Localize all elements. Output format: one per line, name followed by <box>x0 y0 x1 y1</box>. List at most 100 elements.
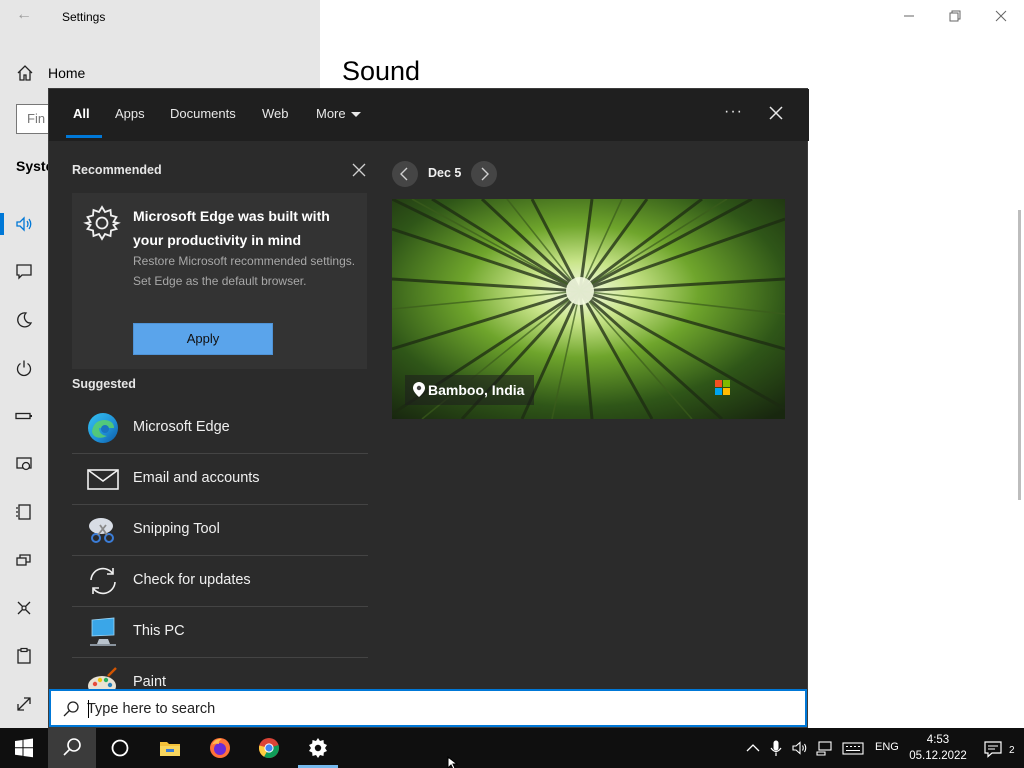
minimize-icon[interactable] <box>901 8 917 24</box>
restore-icon[interactable] <box>947 8 963 24</box>
remote-desktop-icon[interactable] <box>14 694 34 714</box>
edge-icon <box>88 413 118 443</box>
close-icon[interactable] <box>768 105 784 121</box>
start-icon <box>15 738 33 758</box>
chrome-button[interactable] <box>245 728 293 768</box>
search-icon <box>63 738 81 756</box>
search-taskbar-button[interactable] <box>48 728 96 768</box>
back-arrow-icon[interactable]: ← <box>16 6 32 24</box>
keyboard-icon[interactable] <box>842 739 864 757</box>
chevron-right-icon <box>481 167 489 181</box>
clock[interactable]: 4:53 05.12.2022 <box>900 732 976 764</box>
multitasking-icon[interactable] <box>14 550 34 570</box>
home-icon[interactable] <box>16 64 34 82</box>
apply-button[interactable]: Apply <box>133 323 273 355</box>
search-input[interactable] <box>87 697 787 721</box>
recommended-heading: Recommended <box>72 163 162 177</box>
paint-icon <box>88 667 117 689</box>
suggested-list: Microsoft Edge Email and accounts Snippi… <box>72 403 368 689</box>
dismiss-recommended-icon[interactable] <box>352 163 366 177</box>
chevron-up-icon[interactable] <box>744 739 762 757</box>
firefox-icon <box>210 738 230 758</box>
chevron-left-icon <box>400 167 408 181</box>
recommended-title: Microsoft Edge was built with your produ… <box>133 208 330 248</box>
location-tag[interactable]: Bamboo, India <box>405 375 535 405</box>
suggestion-label: Email and accounts <box>133 470 260 486</box>
highlight-date: Dec 5 <box>428 166 462 180</box>
tab-more-label: More <box>316 106 346 121</box>
tab-web[interactable]: Web <box>262 106 289 121</box>
location-label: Bamboo, India <box>428 382 525 398</box>
start-button[interactable] <box>0 728 48 768</box>
close-window-icon[interactable] <box>993 8 1009 24</box>
search-tab-bar: All Apps Documents Web More ··· <box>49 89 809 141</box>
focus-assist-moon-icon[interactable] <box>14 310 34 330</box>
settings-scrollbar[interactable] <box>1018 210 1021 500</box>
computer-icon <box>90 617 116 646</box>
tab-apps[interactable]: Apps <box>115 106 145 121</box>
battery-icon[interactable] <box>14 406 34 426</box>
clock-date: 05.12.2022 <box>909 750 967 762</box>
network-icon[interactable] <box>816 739 834 757</box>
volume-icon[interactable] <box>791 739 809 757</box>
input-language[interactable]: ENG <box>875 741 899 753</box>
cortana-button[interactable] <box>96 728 144 768</box>
taskbar-search-box[interactable] <box>49 689 807 727</box>
list-item[interactable]: Paint <box>72 658 368 689</box>
bing-logo <box>715 378 771 401</box>
clipboard-icon[interactable] <box>14 646 34 666</box>
list-item[interactable]: Snipping Tool <box>72 505 368 556</box>
page-title: Sound <box>342 56 421 86</box>
active-tab-indicator <box>66 135 102 138</box>
file-explorer-icon <box>160 742 180 756</box>
suggestion-label: This PC <box>133 623 185 639</box>
action-center-icon[interactable] <box>983 739 1003 759</box>
list-item[interactable]: Check for updates <box>72 556 368 607</box>
text-caret <box>88 700 89 718</box>
microphone-icon[interactable] <box>767 739 785 757</box>
chrome-icon <box>258 738 279 759</box>
tablet-icon[interactable] <box>14 502 34 522</box>
settings-gear-icon <box>83 205 121 241</box>
settings-taskbar-button[interactable] <box>294 728 342 768</box>
snipping-tool-icon <box>89 518 114 543</box>
projecting-icon[interactable] <box>14 598 34 618</box>
suggestion-label: Check for updates <box>133 572 251 588</box>
recommended-card: Microsoft Edge was built with your produ… <box>72 193 367 369</box>
sound-icon[interactable] <box>14 214 34 234</box>
mail-icon <box>87 469 119 490</box>
search-highlight-image[interactable]: Bamboo, India <box>392 199 785 419</box>
list-item[interactable]: This PC <box>72 607 368 658</box>
list-item[interactable]: Microsoft Edge <box>72 403 368 454</box>
settings-gear-icon <box>309 738 327 758</box>
cortana-icon <box>111 739 129 757</box>
settings-title: Settings <box>62 10 106 24</box>
mouse-pointer-icon <box>447 756 459 768</box>
power-icon[interactable] <box>14 358 34 378</box>
notifications-icon[interactable] <box>14 262 34 282</box>
microsoft-logo-icon <box>715 380 730 395</box>
clock-time: 4:53 <box>926 734 950 746</box>
tab-documents[interactable]: Documents <box>170 106 236 121</box>
recommended-description: Restore Microsoft recommended settings. … <box>133 254 356 288</box>
chevron-down-icon <box>350 112 361 118</box>
search-icon <box>63 701 79 717</box>
home-link[interactable]: Home <box>48 65 85 81</box>
next-day-button[interactable] <box>471 161 497 187</box>
more-options-icon[interactable]: ··· <box>724 103 743 121</box>
notification-count: 2 <box>1009 745 1015 756</box>
suggestion-label: Microsoft Edge <box>133 419 230 435</box>
tab-more[interactable]: More <box>316 106 361 121</box>
firefox-button[interactable] <box>196 728 244 768</box>
list-item[interactable]: Email and accounts <box>72 454 368 505</box>
location-pin-icon <box>413 382 425 397</box>
tab-all[interactable]: All <box>73 106 90 121</box>
refresh-icon <box>90 567 116 595</box>
previous-day-button[interactable] <box>392 161 418 187</box>
file-explorer-button[interactable] <box>146 728 194 768</box>
taskbar: ENG 4:53 05.12.2022 2 <box>0 728 1024 768</box>
suggestion-label: Snipping Tool <box>133 521 220 537</box>
suggested-heading: Suggested <box>72 377 136 391</box>
storage-icon[interactable] <box>14 454 34 474</box>
search-flyout: All Apps Documents Web More ··· Recommen… <box>48 88 809 728</box>
